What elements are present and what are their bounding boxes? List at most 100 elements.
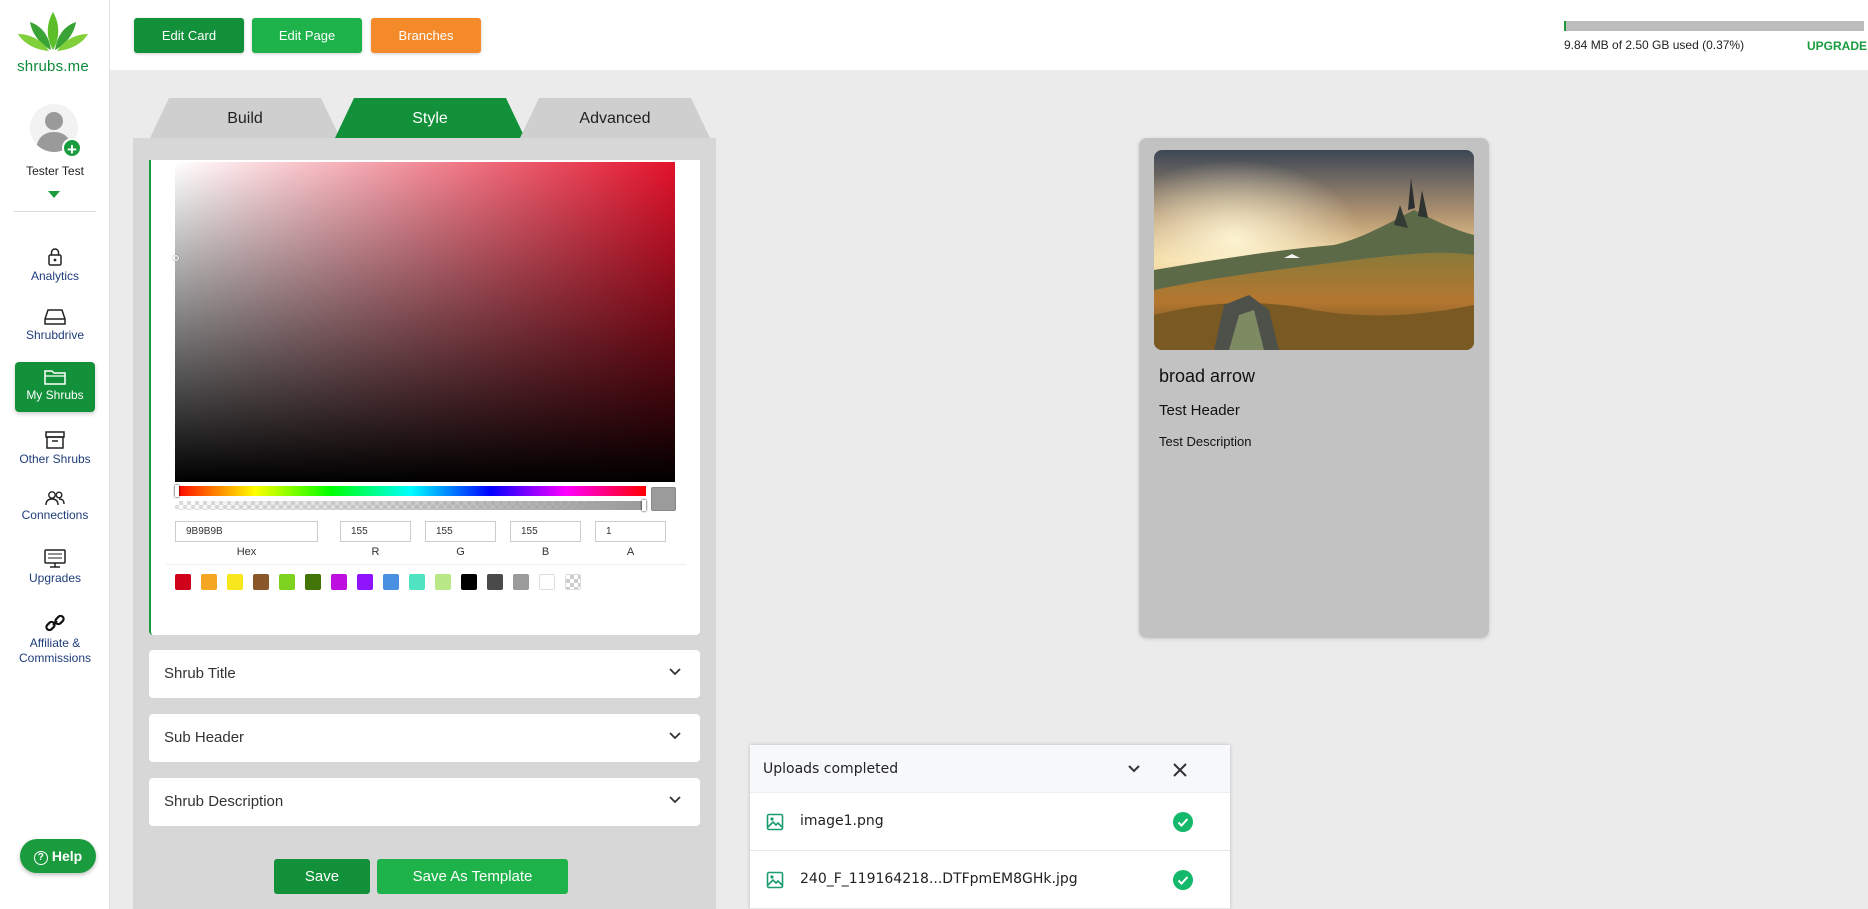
tab-style[interactable]: Style: [335, 98, 525, 138]
sidebar-item-upgrades[interactable]: Upgrades: [15, 547, 95, 587]
color-swatch[interactable]: [305, 574, 321, 590]
lock-icon: [48, 248, 62, 266]
chevron-down-icon: [669, 732, 681, 740]
color-swatch[interactable]: [487, 574, 503, 590]
sidebar-item-my-shrubs[interactable]: My Shrubs: [15, 362, 95, 412]
alpha-slider-handle[interactable]: [642, 500, 646, 511]
section-label: Shrub Title: [164, 665, 236, 682]
hue-slider[interactable]: [175, 486, 646, 496]
edit-card-button[interactable]: Edit Card: [134, 18, 244, 53]
card-header: Test Header: [1159, 402, 1240, 419]
sidebar-item-label: Analytics: [30, 269, 80, 283]
user-menu-caret-icon[interactable]: [48, 191, 60, 198]
green-input[interactable]: 155: [425, 521, 496, 542]
red-input[interactable]: 155: [340, 521, 411, 542]
shrub-description-section[interactable]: Shrub Description: [149, 778, 700, 826]
shrubs-logo[interactable]: shrubs.me: [14, 10, 92, 75]
image-file-icon: [766, 813, 784, 831]
alpha-input[interactable]: 1: [595, 521, 666, 542]
color-swatch[interactable]: [175, 574, 191, 590]
sidebar-item-shrubdrive[interactable]: Shrubdrive: [15, 306, 95, 346]
close-icon[interactable]: [1172, 762, 1188, 778]
sub-header-section[interactable]: Sub Header: [149, 714, 700, 762]
uploads-header: Uploads completed: [750, 745, 1230, 793]
hex-label: Hex: [236, 546, 257, 558]
tab-advanced[interactable]: Advanced: [520, 98, 710, 138]
color-swatch[interactable]: [409, 574, 425, 590]
hex-input[interactable]: 9B9B9B: [175, 521, 318, 542]
help-label: Help: [51, 848, 83, 864]
color-swatch[interactable]: [357, 574, 373, 590]
color-swatch[interactable]: [435, 574, 451, 590]
collapse-chevron-icon[interactable]: [1127, 764, 1141, 774]
card-landscape-image: [1154, 150, 1474, 350]
color-swatch[interactable]: [461, 574, 477, 590]
current-color-swatch: [651, 487, 676, 511]
upload-filename[interactable]: image1.png: [800, 813, 884, 829]
avatar[interactable]: +: [30, 104, 82, 159]
top-bar: Edit Card Edit Page Branches 9.84 MB of …: [110, 0, 1868, 70]
saturation-cursor[interactable]: [173, 255, 179, 261]
monitor-icon: [44, 549, 66, 568]
upload-row: 240_F_119164218...DTFpmEM8GHk.jpg: [750, 851, 1230, 909]
color-swatch[interactable]: [227, 574, 243, 590]
upgrade-link[interactable]: UPGRADE: [1807, 39, 1867, 53]
saturation-value-area[interactable]: [175, 162, 675, 482]
blue-label: B: [541, 546, 550, 558]
sidebar-item-analytics[interactable]: Analytics: [15, 245, 95, 285]
upload-filename[interactable]: 240_F_119164218...DTFpmEM8GHk.jpg: [800, 871, 1078, 887]
color-swatch[interactable]: [513, 574, 529, 590]
sidebar-item-label: Affiliate &: [29, 636, 81, 650]
storage-progress-fill: [1564, 21, 1566, 31]
sidebar-item-label: My Shrubs: [26, 388, 84, 402]
color-swatch[interactable]: [539, 574, 555, 590]
sidebar-item-label: Connections: [21, 508, 89, 522]
drive-icon: [44, 309, 66, 325]
sidebar-item-label-2: Commissions: [18, 651, 91, 665]
brand-name: shrubs.me: [17, 58, 89, 75]
save-as-template-button[interactable]: Save As Template: [377, 859, 568, 894]
storage-usage-text: 9.84 MB of 2.50 GB used (0.37%): [1564, 38, 1745, 52]
section-label: Shrub Description: [164, 793, 284, 810]
green-label: G: [456, 546, 465, 558]
color-swatch[interactable]: [383, 574, 399, 590]
upload-row: image1.png: [750, 793, 1230, 851]
alpha-label: A: [626, 546, 635, 558]
sidebar-item-other-shrubs[interactable]: Other Shrubs: [15, 428, 95, 468]
user-name: Tester Test: [26, 164, 84, 178]
uploads-title: Uploads completed: [763, 761, 899, 777]
check-circle-icon: [1173, 812, 1193, 832]
chevron-down-icon: [669, 796, 681, 804]
sidebar-item-affiliate[interactable]: Affiliate & Commissions: [15, 610, 95, 665]
shrub-title-section[interactable]: Shrub Title: [149, 650, 700, 698]
storage-progress-bar: [1564, 21, 1864, 31]
link-icon: [45, 614, 65, 632]
save-button[interactable]: Save: [274, 859, 370, 894]
sidebar-item-label: Shrubdrive: [25, 328, 85, 342]
card-description: Test Description: [1159, 434, 1252, 449]
sidebar-item-label: Other Shrubs: [19, 452, 91, 466]
sidebar: shrubs.me + Tester Test Analytics Shrubd…: [0, 0, 110, 909]
color-swatch[interactable]: [331, 574, 347, 590]
color-swatch[interactable]: [565, 574, 581, 590]
alpha-slider[interactable]: [175, 501, 646, 510]
swatch-divider: [166, 564, 686, 565]
sidebar-item-connections[interactable]: Connections: [15, 488, 95, 528]
edit-page-button[interactable]: Edit Page: [252, 18, 362, 53]
shrub-card-preview[interactable]: broad arrow Test Header Test Description: [1139, 138, 1489, 638]
card-title: broad arrow: [1159, 366, 1256, 386]
sidebar-item-label: Upgrades: [28, 571, 82, 585]
help-button[interactable]: ? Help: [20, 839, 96, 873]
tab-build[interactable]: Build: [150, 98, 340, 138]
add-avatar-icon[interactable]: +: [62, 138, 82, 159]
color-swatch[interactable]: [253, 574, 269, 590]
blue-input[interactable]: 155: [510, 521, 581, 542]
tab-label: Style: [412, 110, 448, 127]
color-picker: 9B9B9B Hex 155 R 155 G 155 B 1 A: [149, 160, 700, 635]
hue-slider-handle[interactable]: [175, 485, 179, 497]
image-file-icon: [766, 871, 784, 889]
color-swatch[interactable]: [201, 574, 217, 590]
leaf-logo-icon: [18, 12, 88, 51]
color-swatch[interactable]: [279, 574, 295, 590]
branches-button[interactable]: Branches: [371, 18, 481, 53]
